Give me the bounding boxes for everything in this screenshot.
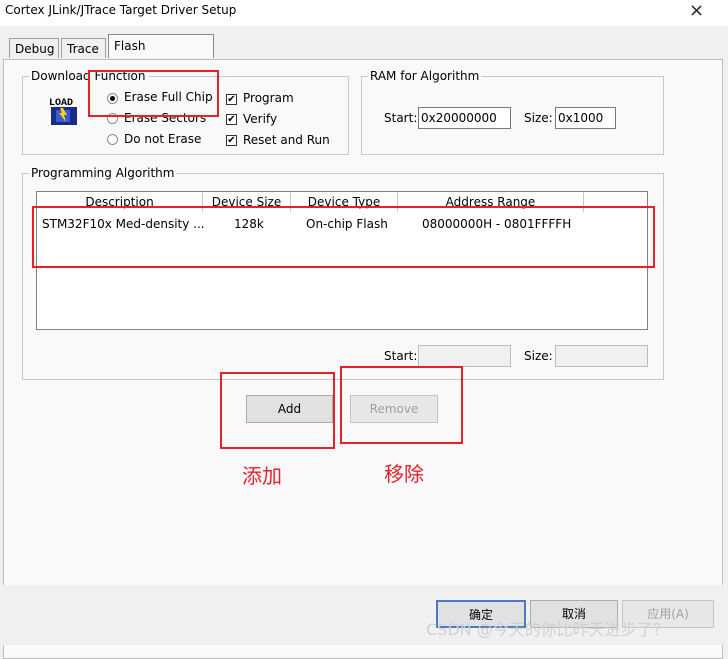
- highlight-remove-button: [340, 366, 463, 444]
- algo-size-input[interactable]: [555, 345, 648, 367]
- highlight-algorithm-row: [32, 206, 655, 268]
- verify-checkbox[interactable]: ✔: [226, 114, 237, 125]
- tab-flash-download[interactable]: Flash Download: [108, 34, 214, 75]
- add-annotation: 添加: [242, 464, 282, 488]
- program-checkbox[interactable]: ✔: [226, 94, 237, 105]
- watermark: CSDN @今天的你比昨天进步了？: [426, 620, 669, 639]
- ram-start-label: Start:: [384, 111, 418, 125]
- tab-debug[interactable]: Debug: [9, 38, 59, 58]
- tab-trace[interactable]: Trace: [61, 38, 106, 58]
- ram-legend: RAM for Algorithm: [368, 69, 482, 83]
- reset-and-run-label: Reset and Run: [243, 133, 330, 147]
- window-title: Cortex JLink/JTrace Target Driver Setup: [5, 3, 237, 17]
- tab-label: Trace: [67, 42, 99, 56]
- verify-label: Verify: [243, 112, 278, 126]
- remove-annotation: 移除: [384, 462, 424, 486]
- program-label: Program: [243, 91, 294, 105]
- algo-start-input[interactable]: [418, 345, 511, 367]
- programming-algorithm-legend: Programming Algorithm: [29, 166, 177, 180]
- ram-start-input[interactable]: 0x20000000: [418, 107, 511, 129]
- ram-size-input[interactable]: 0x1000: [555, 107, 616, 129]
- load-icon: LOAD: [48, 95, 82, 127]
- algo-start-label: Start:: [384, 349, 418, 363]
- highlight-add-button: [220, 372, 335, 449]
- ram-size-label: Size:: [524, 111, 553, 125]
- do-not-erase-label: Do not Erase: [124, 132, 202, 146]
- algo-size-label: Size:: [524, 349, 553, 363]
- close-icon[interactable]: ×: [689, 0, 704, 21]
- do-not-erase-radio[interactable]: [107, 134, 118, 145]
- reset-and-run-checkbox[interactable]: ✔: [226, 135, 237, 146]
- tab-label: Debug: [15, 42, 55, 56]
- highlight-erase-full-chip: [88, 70, 219, 117]
- load-icon-text: LOAD: [49, 98, 73, 109]
